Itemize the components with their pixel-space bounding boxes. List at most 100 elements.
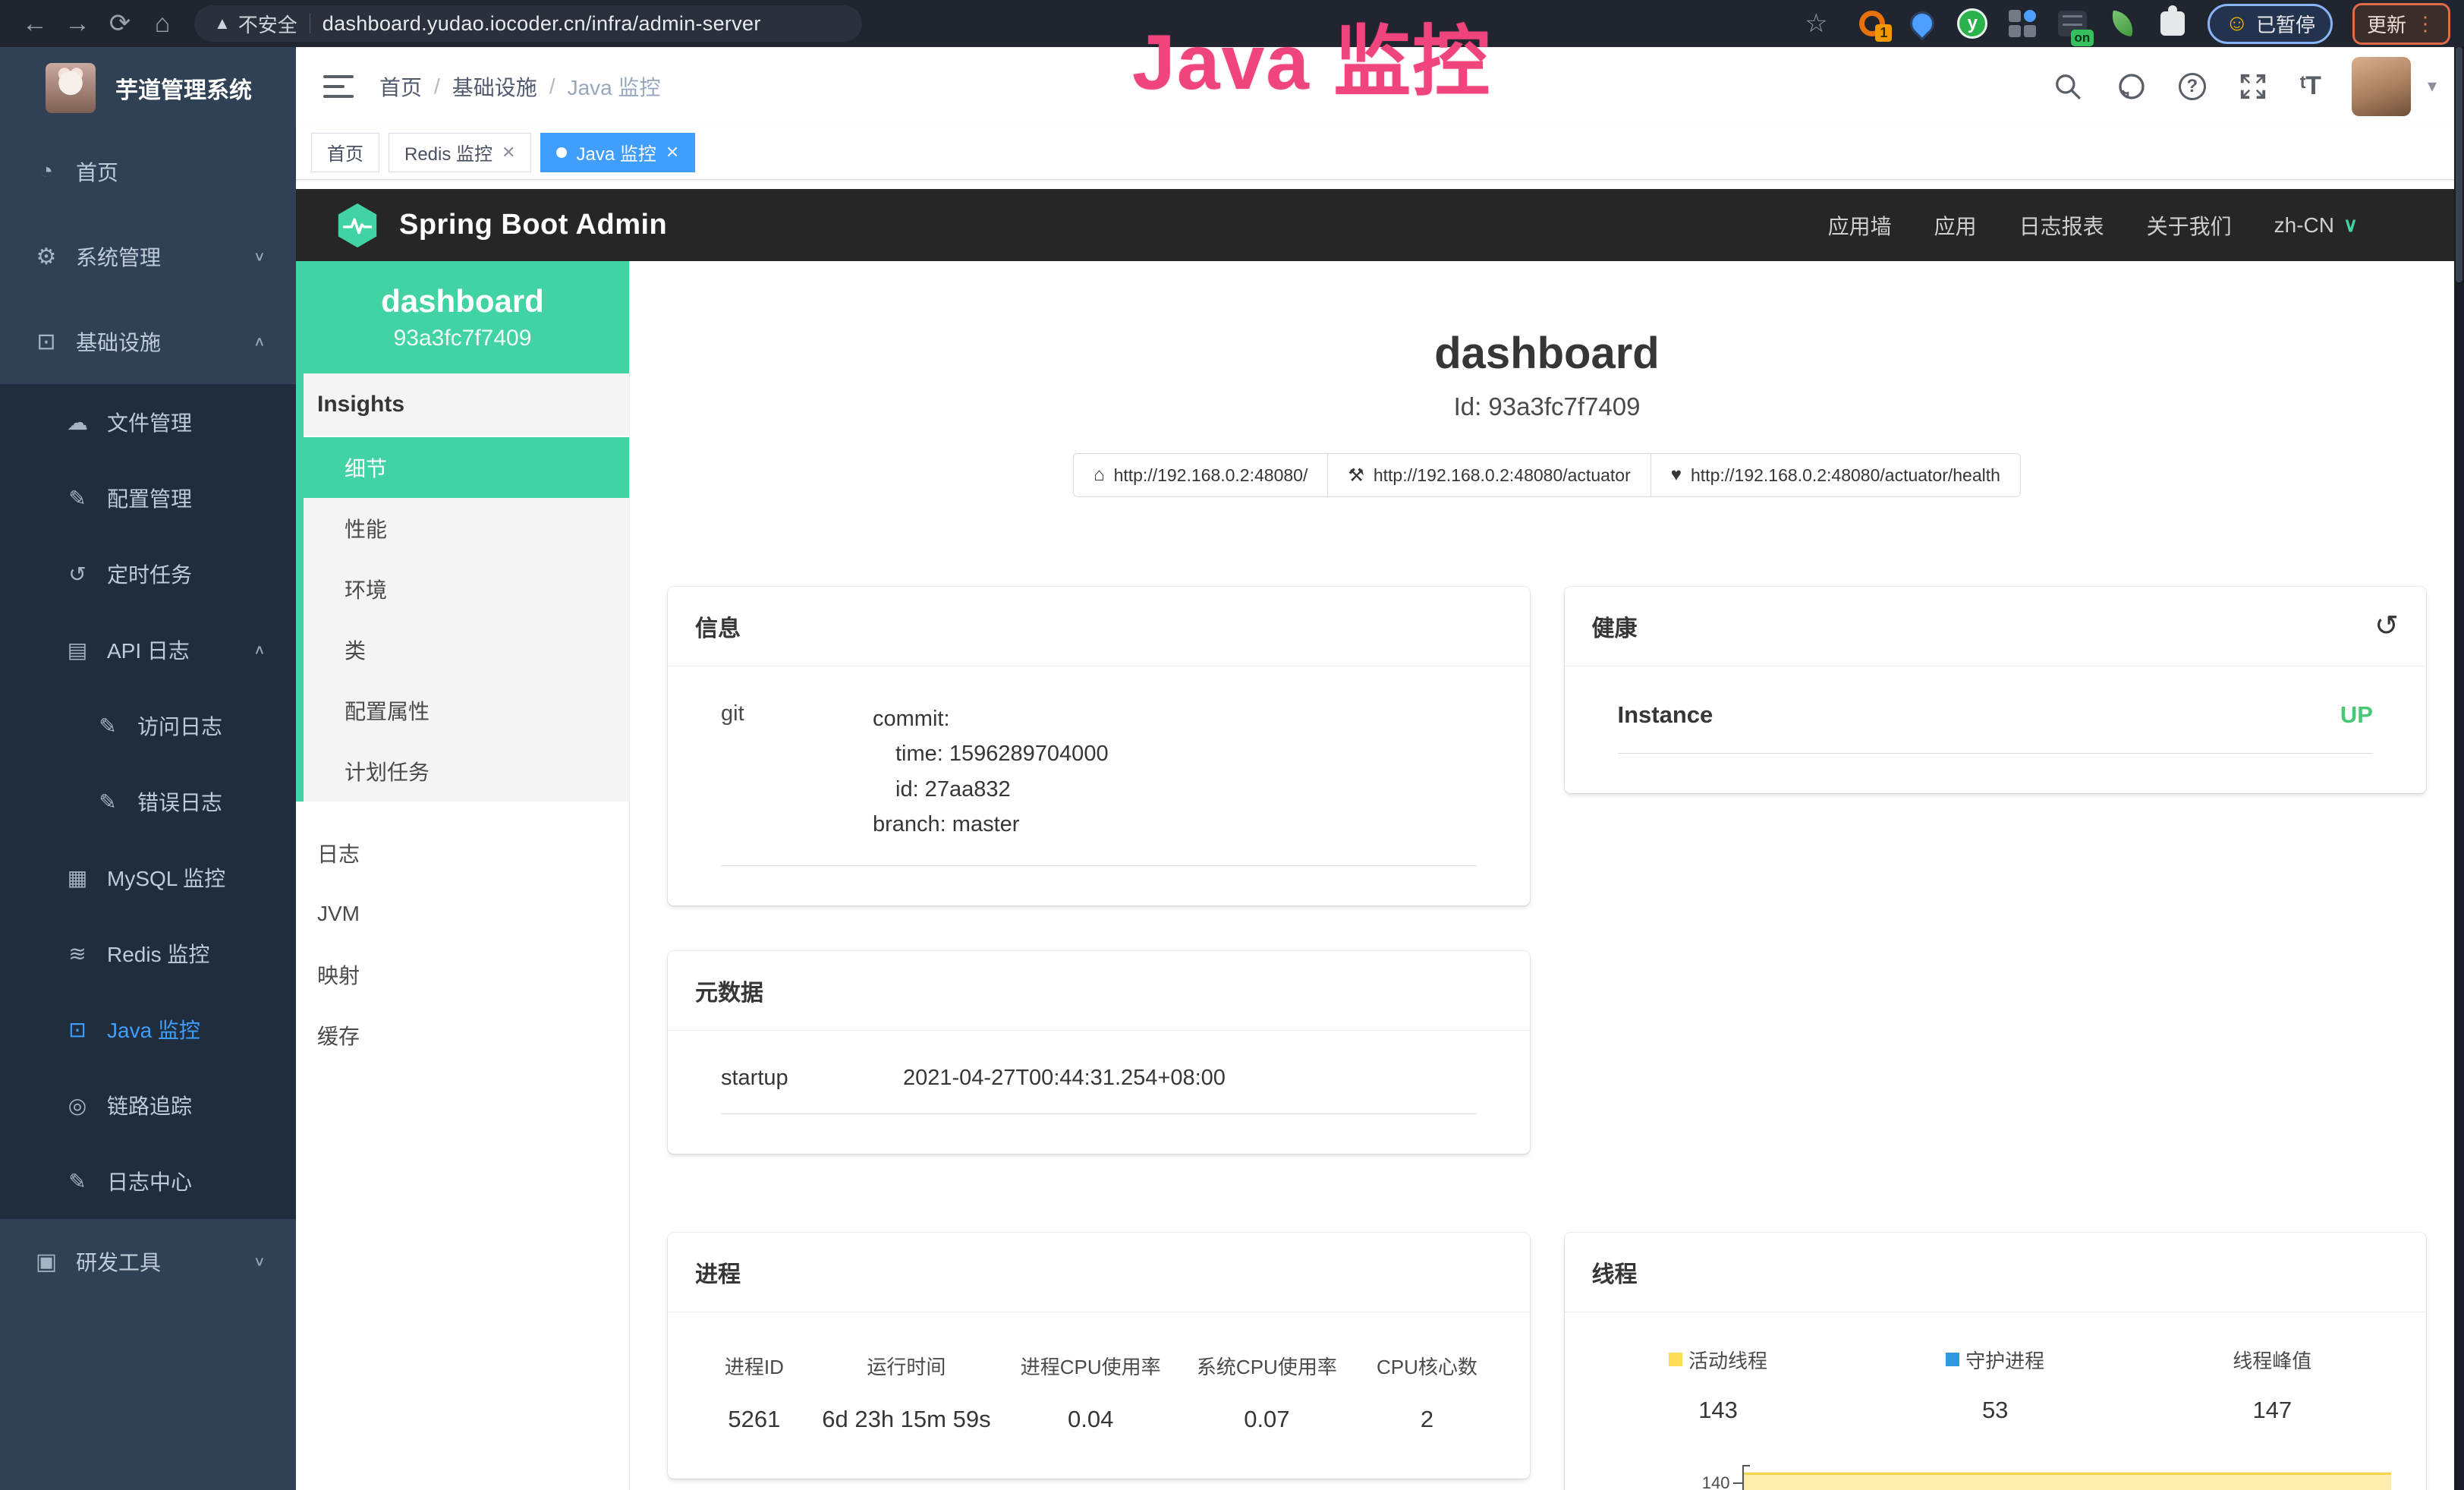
sidebar-item-label: API 日志 [107, 635, 190, 665]
sidebar-item-access-logs[interactable]: ✎ 访问日志 [0, 688, 296, 764]
extension-y-icon[interactable]: y [1957, 8, 1987, 39]
extension-pin-icon[interactable] [1907, 8, 1937, 39]
metadata-card-title: 元数据 [695, 974, 763, 1007]
sba-nav-about[interactable]: 关于我们 [2147, 210, 2232, 241]
sba-nav-applications[interactable]: 应用 [1934, 210, 1977, 241]
browser-forward-icon[interactable]: → [56, 9, 99, 39]
browser-back-icon[interactable]: ← [14, 9, 56, 39]
bookmark-star-icon[interactable]: ☆ [1795, 8, 1837, 39]
sidebar-item-label: Redis 监控 [107, 938, 209, 969]
sba-locale-select[interactable]: zh-CN ∨ [2274, 213, 2358, 238]
sidebar-item-file-management[interactable]: ☁ 文件管理 [0, 384, 296, 460]
sba-item-caches[interactable]: 缓存 [296, 1005, 629, 1066]
legend-daemon-threads: 守护进程 [1857, 1346, 2134, 1374]
browser-update-button[interactable]: 更新 ⋮ [2352, 3, 2450, 45]
process-header-system-cpu: 系统CPU使用率 [1179, 1352, 1355, 1380]
sidebar-item-scheduled-jobs[interactable]: ↺ 定时任务 [0, 536, 296, 612]
sba-item-metrics[interactable]: 性能 [296, 498, 629, 559]
legend-value-peak: 147 [2134, 1397, 2411, 1424]
sba-item-mappings[interactable]: 映射 [296, 944, 629, 1005]
search-icon[interactable] [2051, 70, 2085, 103]
endpoint-actuator-button[interactable]: ⚒ http://192.168.0.2:48080/actuator [1327, 453, 1651, 497]
tab-java-monitor[interactable]: Java 监控 ✕ [540, 133, 695, 172]
security-label: 不安全 [238, 10, 297, 38]
legend-label: 线程峰值 [2233, 1346, 2311, 1374]
fullscreen-icon[interactable] [2236, 70, 2270, 103]
sidebar-fold-icon[interactable] [323, 75, 354, 98]
process-value-system-cpu: 0.07 [1179, 1406, 1355, 1433]
help-icon[interactable]: ? [2179, 73, 2206, 100]
sba-item-classes[interactable]: 类 [296, 619, 629, 680]
history-icon: ↺ [65, 562, 90, 587]
extension-on-icon[interactable]: on [2057, 8, 2088, 39]
database-grid-icon: ▦ [65, 865, 90, 890]
tab-label: Redis 监控 [404, 139, 492, 165]
sba-nav-journal[interactable]: 日志报表 [2019, 210, 2104, 241]
font-size-icon[interactable]: ᵗT [2300, 71, 2321, 101]
process-value-uptime: 6d 23h 15m 59s [810, 1406, 1002, 1433]
sidebar-item-mysql-monitor[interactable]: ▦ MySQL 监控 [0, 840, 296, 915]
sba-item-config-props[interactable]: 配置属性 [296, 680, 629, 741]
breadcrumb-infrastructure[interactable]: 基础设施 [452, 71, 537, 102]
sidebar-item-error-logs[interactable]: ✎ 错误日志 [0, 764, 296, 840]
info-card-title: 信息 [695, 610, 741, 643]
browser-home-icon[interactable]: ⌂ [141, 9, 184, 39]
app-logo-row[interactable]: 芋道管理系统 [0, 47, 296, 129]
tab-home[interactable]: 首页 [311, 133, 379, 172]
breadcrumb-home[interactable]: 首页 [379, 71, 422, 102]
profile-paused-badge[interactable]: ☺ 已暂停 [2208, 4, 2333, 44]
heartbeat-icon: ♥ [1671, 465, 1682, 486]
sidebar-item-redis-monitor[interactable]: ≋ Redis 监控 [0, 915, 296, 991]
threads-legend-values: 143 53 147 [1580, 1397, 2412, 1424]
extensions-puzzle-icon[interactable] [2157, 8, 2188, 39]
sidebar-item-label: 文件管理 [107, 407, 192, 437]
sidebar-item-log-center[interactable]: ✎ 日志中心 [0, 1143, 296, 1219]
extension-leaf-icon[interactable] [2107, 8, 2138, 39]
sidebar-item-dev-tools[interactable]: ▣ 研发工具 ∨ [0, 1219, 296, 1304]
sba-item-details[interactable]: 细节 [296, 437, 629, 498]
window-scrollbar-thumb[interactable] [2456, 47, 2462, 282]
health-instance-row[interactable]: Instance UP [1618, 701, 2374, 754]
edit-icon: ✎ [65, 486, 90, 511]
sba-locale-label: zh-CN [2274, 213, 2334, 238]
extension-orange-icon[interactable]: 1 [1857, 8, 1887, 39]
sidebar-item-java-monitor[interactable]: ⊡ Java 监控 [0, 991, 296, 1067]
endpoint-home-button[interactable]: ⌂ http://192.168.0.2:48080/ [1073, 453, 1328, 497]
sba-item-jvm[interactable]: JVM [296, 884, 629, 944]
tab-redis-monitor[interactable]: Redis 监控 ✕ [389, 133, 531, 172]
sidebar-item-config-management[interactable]: ✎ 配置管理 [0, 460, 296, 536]
url-text: dashboard.yudao.iocoder.cn/infra/admin-s… [323, 12, 761, 36]
sidebar-item-home[interactable]: ◔ 首页 [0, 129, 296, 214]
sidebar-item-label: 研发工具 [76, 1246, 161, 1277]
screen: ← → ⟳ ⌂ ▲ 不安全 dashboard.yudao.iocoder.cn… [0, 0, 2464, 1490]
edit-document-icon: ✎ [95, 713, 121, 739]
sidebar-item-tracing[interactable]: ◎ 链路追踪 [0, 1067, 296, 1143]
java-monitor-icon: ⊡ [65, 1017, 90, 1042]
window-scrollbar[interactable] [2454, 47, 2464, 1490]
process-table: 进程ID 运行时间 进程CPU使用率 系统CPU使用率 CPU核心数 [698, 1352, 1499, 1433]
sidebar-item-api-logs[interactable]: ▤ API 日志 ∧ [0, 612, 296, 688]
user-avatar[interactable] [2352, 57, 2411, 116]
tab-close-icon[interactable]: ✕ [502, 143, 515, 162]
sba-brand[interactable]: Spring Boot Admin [334, 202, 667, 249]
health-history-icon[interactable]: ↺ [2374, 612, 2399, 641]
sidebar-item-label: MySQL 监控 [107, 862, 225, 893]
sba-item-logs[interactable]: 日志 [296, 823, 629, 884]
sba-item-scheduled-tasks[interactable]: 计划任务 [296, 741, 629, 802]
github-icon[interactable] [2115, 70, 2148, 103]
browser-reload-icon[interactable]: ⟳ [99, 8, 141, 39]
sidebar-item-system-management[interactable]: ⚙ 系统管理 ∨ [0, 214, 296, 299]
sba-nav-wall[interactable]: 应用墙 [1828, 210, 1892, 241]
endpoint-url: http://192.168.0.2:48080/actuator [1374, 465, 1631, 486]
tab-close-icon[interactable]: ✕ [666, 143, 679, 162]
avatar-caret-down-icon[interactable]: ▾ [2428, 75, 2437, 97]
endpoint-health-button[interactable]: ♥ http://192.168.0.2:48080/actuator/heal… [1651, 453, 2021, 497]
sidebar-item-infrastructure[interactable]: ⊡ 基础设施 ∧ [0, 299, 296, 384]
breadcrumb-current: Java 监控 [568, 71, 661, 102]
chevron-down-icon: ∨ [253, 249, 266, 265]
sba-item-environment[interactable]: 环境 [296, 559, 629, 619]
git-id-line: id: 27aa832 [873, 772, 1109, 807]
process-header-cpus: CPU核心数 [1355, 1352, 1499, 1380]
address-bar[interactable]: ▲ 不安全 dashboard.yudao.iocoder.cn/infra/a… [194, 5, 862, 42]
extension-grid-icon[interactable] [2007, 8, 2038, 39]
